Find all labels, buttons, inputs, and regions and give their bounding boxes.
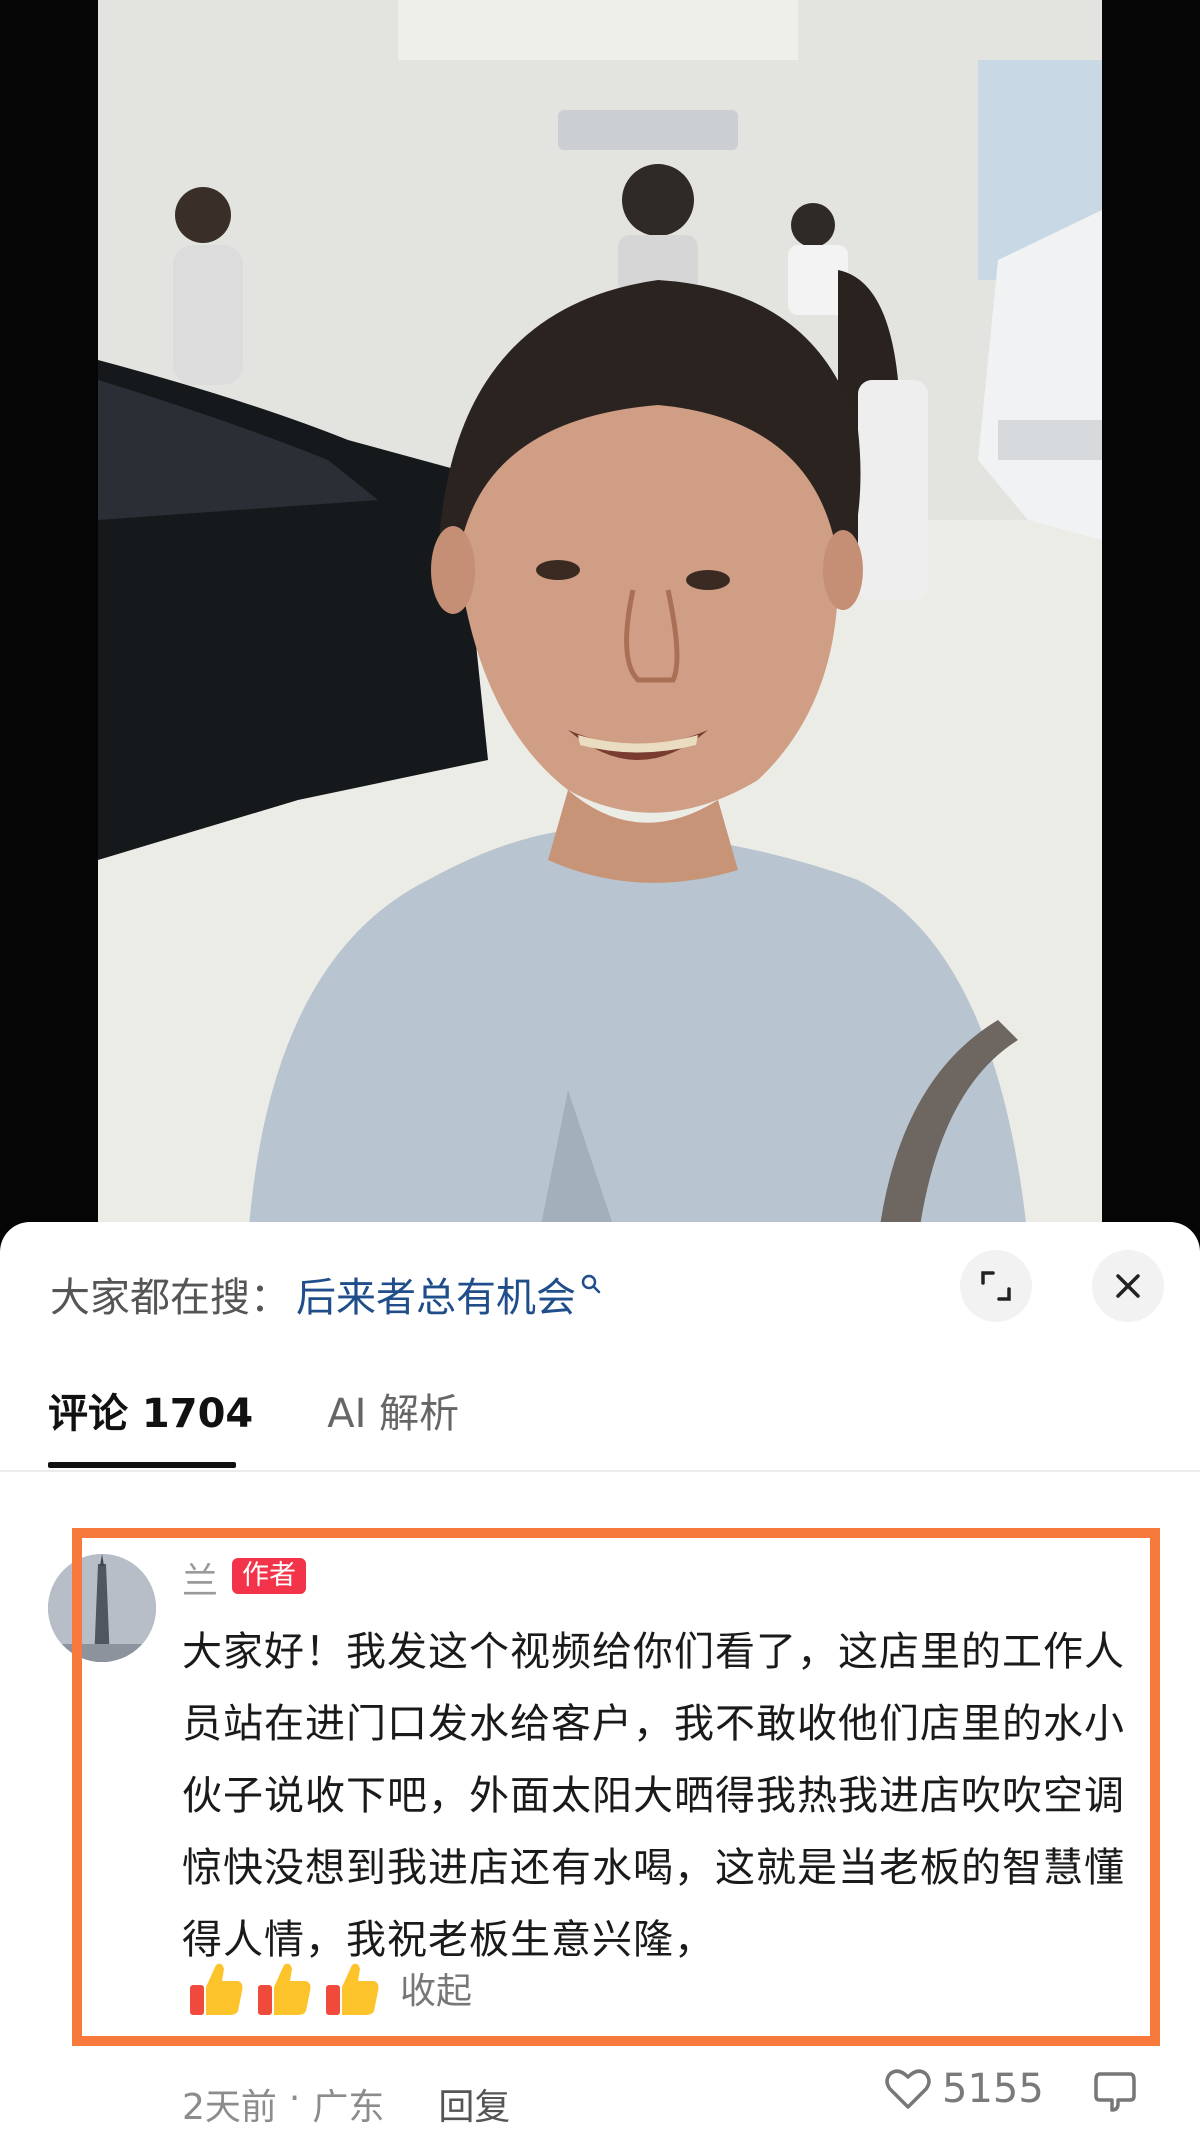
- highlight-box: [72, 1528, 1160, 2046]
- trending-search-label: 大家都在搜：: [50, 1275, 290, 1321]
- trending-search-query[interactable]: 后来者总有机会: [296, 1265, 576, 1323]
- expand-icon: [981, 1271, 1011, 1301]
- tabs-divider: [0, 1470, 1200, 1472]
- meta-separator: ·: [288, 2078, 301, 2119]
- heart-icon: [885, 2069, 931, 2109]
- comment-item: 兰 作者 大家好！我发这个视频给你们看了，这店里的工作人员站在进门口发水给客户，…: [0, 1502, 1200, 2128]
- video-frame-image: [98, 0, 1102, 1240]
- trending-search[interactable]: 大家都在搜： 后来者总有机会: [50, 1264, 602, 1324]
- comment-tabs: 评论 1704 AI 解析: [48, 1370, 533, 1450]
- comment-sheet: 大家都在搜： 后来者总有机会 评论 1704 AI 解析 兰 作者 大家好！我发…: [0, 1222, 1200, 2136]
- tab-comments[interactable]: 评论 1704: [48, 1381, 253, 1439]
- active-tab-indicator: [48, 1462, 236, 1468]
- expand-button[interactable]: [960, 1250, 1032, 1322]
- comment-time: 2天前: [182, 2087, 277, 2128]
- comment-meta: 2天前 · 广东 回复: [182, 2078, 510, 2130]
- like-button[interactable]: 5155: [884, 2066, 1044, 2112]
- close-icon: [1116, 1274, 1140, 1298]
- like-count: 5155: [942, 2066, 1044, 2112]
- video-player[interactable]: [0, 0, 1200, 1240]
- search-icon: [581, 1274, 601, 1294]
- comment-location: 广东: [312, 2087, 385, 2128]
- dislike-icon[interactable]: [1092, 2068, 1138, 2114]
- reply-button[interactable]: 回复: [438, 2078, 510, 2130]
- tab-ai-analysis[interactable]: AI 解析: [327, 1381, 459, 1439]
- close-button[interactable]: [1092, 1250, 1164, 1322]
